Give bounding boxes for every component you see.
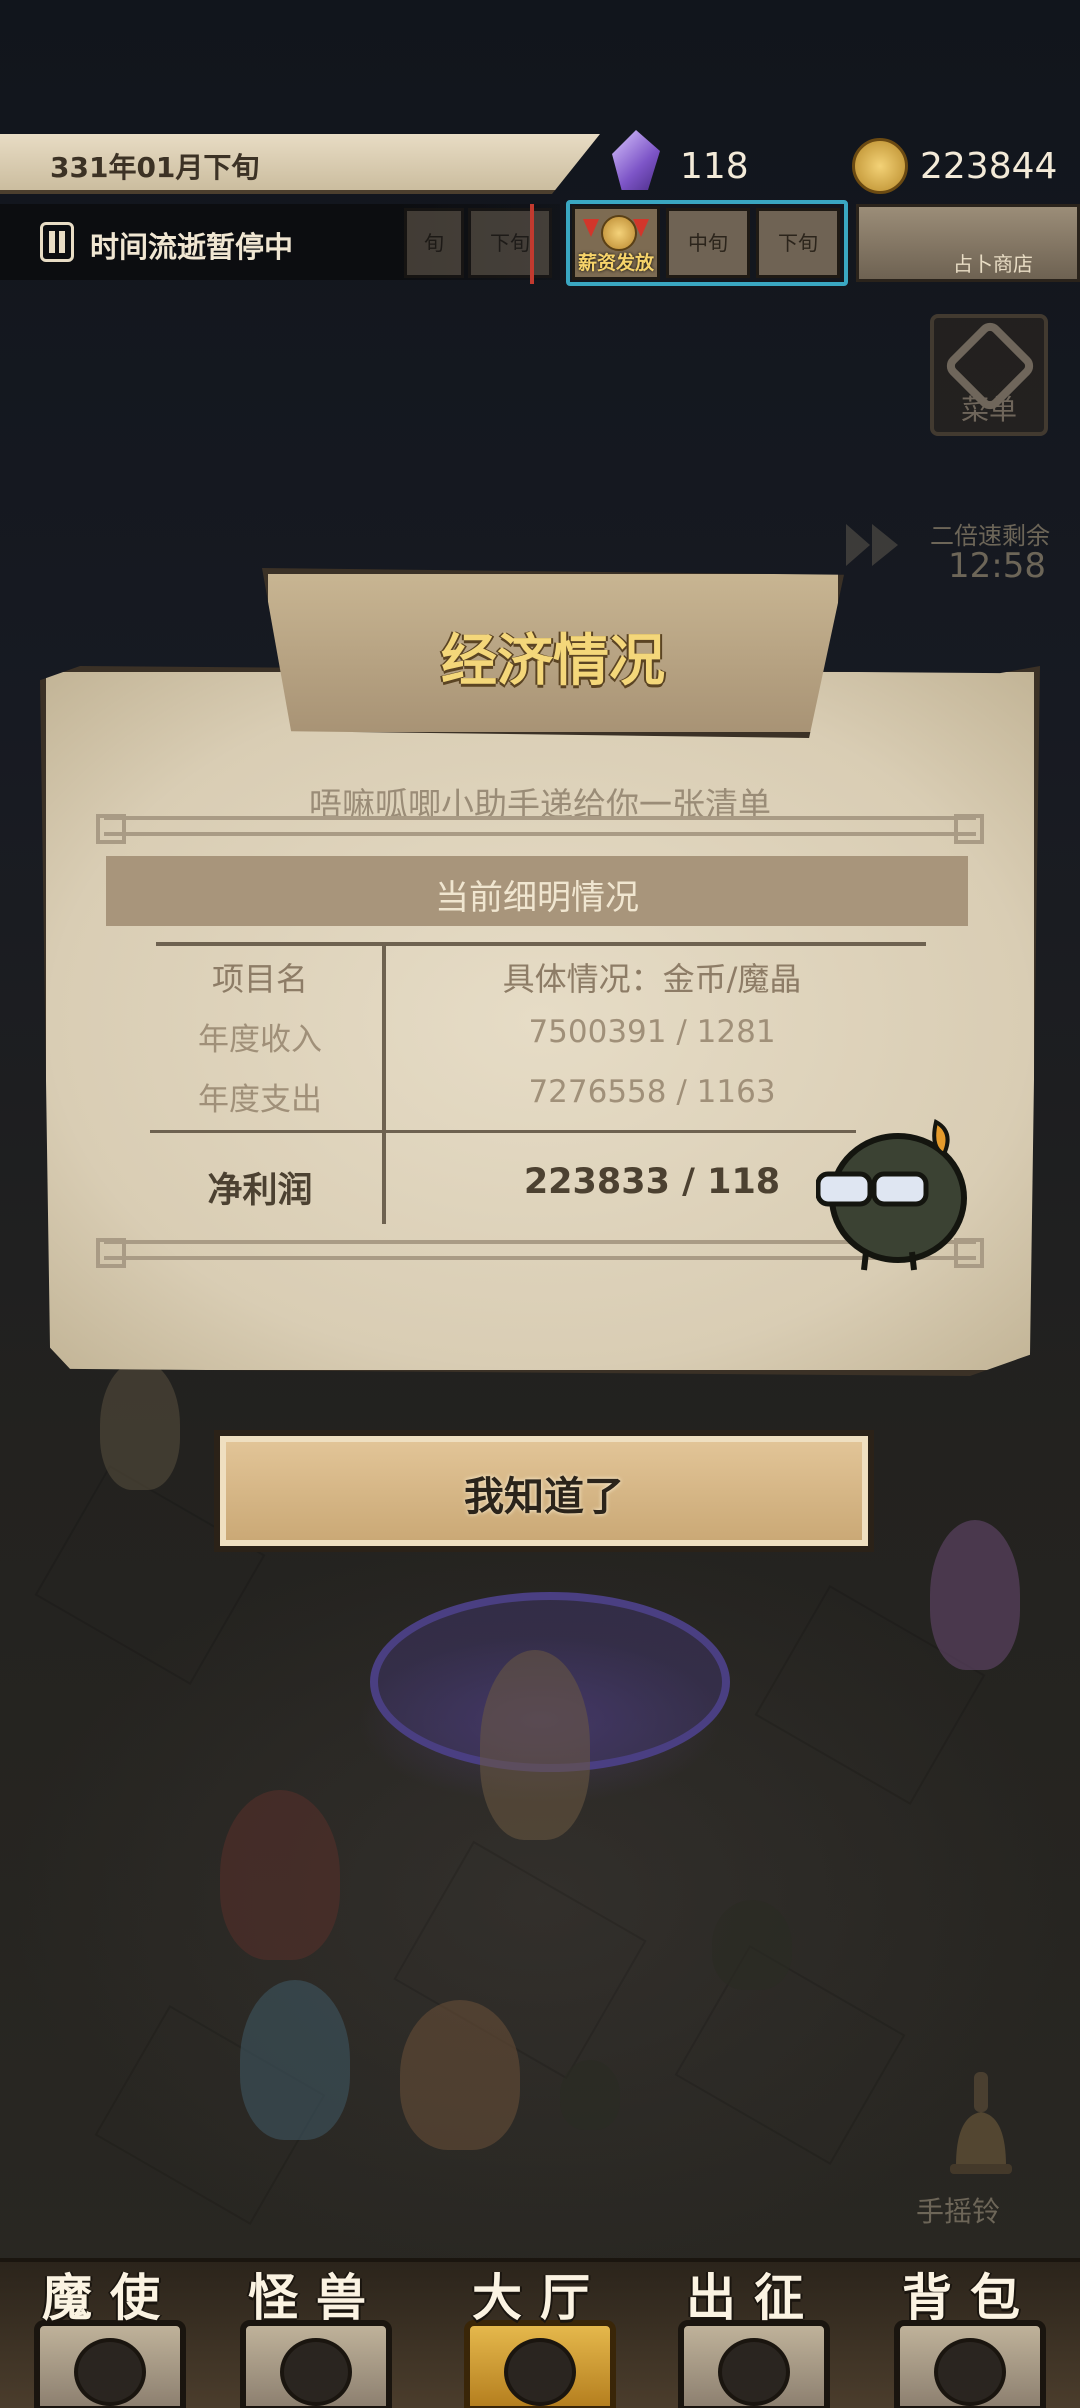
gold-coin-icon [852, 138, 908, 194]
dialog-title: 经济情况 [441, 629, 665, 694]
nav-tab-backpack[interactable]: 背包 [880, 2258, 1060, 2408]
hand-bell-icon[interactable] [946, 2070, 1016, 2180]
tentacle-character[interactable] [930, 1520, 1020, 1670]
table-net-divider [150, 1130, 382, 1133]
monster-icon [280, 2338, 352, 2406]
hand-bell-label: 手摇铃 [916, 2195, 1001, 2228]
double-speed-time: 12:58 [948, 546, 1046, 586]
nav-tab-expedition[interactable]: 出征 [664, 2258, 844, 2408]
demon-lord-character[interactable] [480, 1650, 590, 1840]
horned-character[interactable] [220, 1790, 340, 1960]
table-row-label: 年度支出 [198, 1082, 322, 1118]
table-row-label: 年度收入 [198, 1022, 322, 1058]
expedition-icon [718, 2338, 790, 2406]
dragon-character[interactable] [240, 1980, 350, 2140]
table-header-detail: 具体情况：金币/魔晶 [502, 960, 802, 998]
hall-icon [504, 2338, 576, 2406]
gold-count: 223844 [920, 146, 1058, 187]
nav-tab-label: 怪兽 [248, 2269, 384, 2327]
nav-tab-label: 背包 [902, 2269, 1038, 2327]
nav-tab-label: 魔使 [42, 2269, 178, 2327]
menu-button[interactable]: 菜单 [930, 314, 1048, 436]
table-header-item: 项目名 [211, 960, 308, 998]
skull-icon [74, 2338, 146, 2406]
payday-slot[interactable]: 薪资发放 [572, 206, 660, 280]
double-speed-icon[interactable] [842, 520, 902, 570]
down-arrow-icon [633, 219, 649, 237]
dialog-title-board: 经济情况 [262, 568, 844, 738]
nav-tab-hall[interactable]: 大厅 [450, 2258, 630, 2408]
nav-tab-label: 大厅 [472, 2269, 608, 2327]
confirm-button[interactable]: 我知道了 [214, 1430, 874, 1552]
table-net-divider [386, 1130, 856, 1133]
throne-character[interactable] [400, 2000, 520, 2150]
table-top-line [156, 942, 926, 946]
blob-character[interactable] [560, 2060, 620, 2130]
down-arrow-icon [583, 219, 599, 237]
coin-icon [601, 215, 637, 251]
side-character[interactable] [100, 1360, 180, 1490]
backpack-icon [934, 2338, 1006, 2406]
pause-icon[interactable] [40, 222, 74, 262]
current-time-marker [530, 204, 550, 284]
menu-label: 菜单 [960, 393, 1017, 426]
nav-tab-monster[interactable]: 怪兽 [226, 2258, 406, 2408]
section-header: 当前细明情况 [106, 856, 968, 926]
time-status-label: 时间流逝暂停中 [90, 230, 294, 264]
nav-tab-label: 出征 [686, 2269, 822, 2327]
shop-label: 占卜商店 [953, 252, 1033, 276]
date-banner: 331年01月下旬 [0, 134, 600, 194]
confirm-label: 我知道了 [464, 1474, 624, 1520]
crystal-count: 118 [680, 146, 749, 187]
divider-ornament [96, 814, 984, 844]
blob-character[interactable] [712, 1900, 792, 1990]
net-profit-label: 净利润 [207, 1171, 313, 1211]
table-column-divider [382, 944, 386, 1224]
payday-label: 薪资发放 [577, 252, 654, 274]
schedule-slot[interactable]: 下旬 [756, 208, 840, 278]
nav-tab-envoy[interactable]: 魔使 [20, 2258, 200, 2408]
section-title: 当前细明情况 [435, 878, 639, 918]
schedule-slot[interactable]: 旬 [404, 208, 464, 278]
fortune-shop-button[interactable]: 占卜商店 [856, 204, 1080, 282]
assistant-mascot [816, 1118, 967, 1271]
floor-tile [674, 1945, 906, 2165]
schedule-slot[interactable]: 中旬 [666, 208, 750, 278]
table-row-value: 7500391 / 1281 [528, 1014, 776, 1050]
date-text: 331年01月下旬 [50, 151, 260, 184]
